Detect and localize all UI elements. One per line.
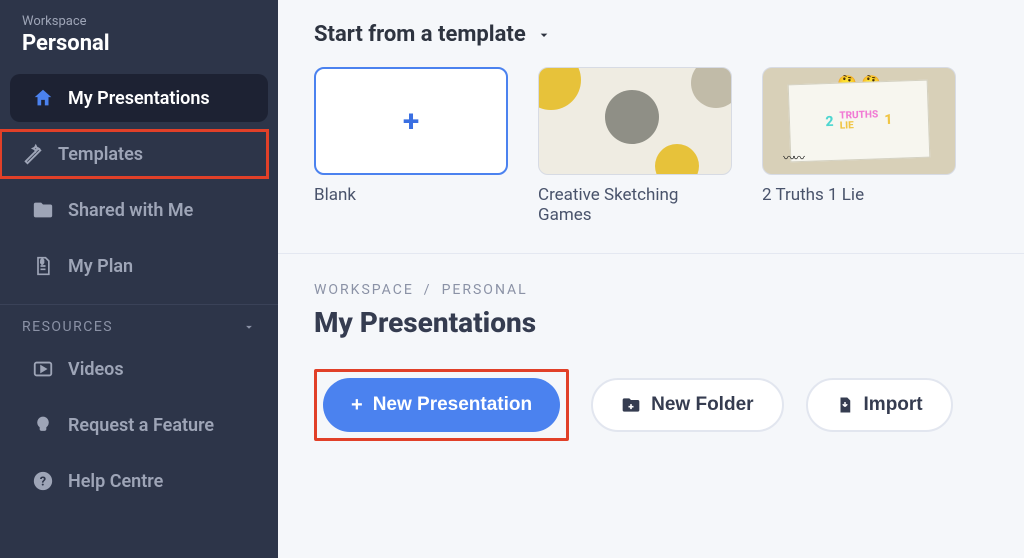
workspace-label: Workspace: [22, 14, 256, 29]
breadcrumb-sep: /: [424, 282, 432, 298]
sidebar-item-label: Videos: [68, 359, 124, 380]
templates-row: + Blank Creative Sketching Games 🤔 🤔 2: [314, 67, 988, 225]
templates-section: Start from a template + Blank Creative: [278, 0, 1024, 254]
play-icon: [32, 358, 54, 380]
folder-shared-icon: [32, 199, 54, 221]
highlight-box: + New Presentation: [314, 369, 569, 441]
sidebar-item-label: Request a Feature: [68, 415, 214, 436]
sidebar-item-label: Help Centre: [68, 471, 163, 492]
button-label: New Presentation: [373, 394, 532, 416]
main: Start from a template + Blank Creative: [278, 0, 1024, 558]
home-icon: [32, 87, 54, 109]
sidebar-item-shared-with-me[interactable]: Shared with Me: [10, 186, 268, 234]
decorative-shape: [655, 144, 699, 175]
button-label: Import: [864, 394, 923, 416]
sidebar-item-templates[interactable]: Templates: [0, 130, 268, 178]
template-caption: 2 Truths 1 Lie: [762, 185, 956, 205]
template-caption: Blank: [314, 185, 508, 205]
new-folder-button[interactable]: New Folder: [591, 378, 783, 432]
import-button[interactable]: Import: [806, 378, 953, 432]
resources-header[interactable]: RESOURCES: [0, 309, 278, 341]
wand-icon: [22, 143, 44, 165]
template-thumb[interactable]: [538, 67, 732, 175]
page-title: My Presentations: [314, 306, 988, 339]
help-icon: ?: [32, 470, 54, 492]
sidebar-item-my-plan[interactable]: $ My Plan: [10, 242, 268, 290]
button-label: New Folder: [651, 394, 753, 416]
template-card-2-truths-1-lie[interactable]: 🤔 🤔 2 TRUTHSLIE 1 〰〰 2 Truths 1 Lie: [762, 67, 956, 225]
workspace-name: Personal: [22, 31, 256, 56]
templates-header[interactable]: Start from a template: [314, 22, 988, 47]
sidebar-item-label: My Plan: [68, 256, 133, 277]
action-row: + New Presentation New Folder Import: [314, 369, 988, 441]
template-caption: Creative Sketching Games: [538, 185, 732, 225]
folder-plus-icon: [621, 395, 641, 415]
template-thumb[interactable]: +: [314, 67, 508, 175]
template-card-creative-sketching[interactable]: Creative Sketching Games: [538, 67, 732, 225]
sidebar-item-request-feature[interactable]: Request a Feature: [10, 401, 268, 449]
decorative-shape: [605, 90, 659, 144]
plus-icon: +: [403, 104, 419, 139]
decorative-shape: [538, 67, 581, 110]
chevron-down-icon: [242, 320, 256, 334]
import-icon: [836, 395, 854, 415]
sidebar-item-label: My Presentations: [68, 88, 210, 109]
template-thumb[interactable]: 🤔 🤔 2 TRUTHSLIE 1 〰〰: [762, 67, 956, 175]
breadcrumb: WORKSPACE / PERSONAL: [314, 282, 988, 298]
content-section: WORKSPACE / PERSONAL My Presentations + …: [278, 254, 1024, 469]
svg-text:?: ?: [40, 475, 46, 490]
sidebar-item-label: Templates: [58, 144, 143, 165]
svg-text:$: $: [41, 259, 45, 266]
sidebar: Workspace Personal My Presentations Temp…: [0, 0, 278, 558]
invoice-icon: $: [32, 255, 54, 277]
new-presentation-button[interactable]: + New Presentation: [323, 378, 560, 432]
lightbulb-icon: [32, 414, 54, 436]
plus-icon: +: [351, 394, 363, 417]
decorative-shape: [691, 67, 732, 108]
templates-header-label: Start from a template: [314, 22, 526, 47]
decorative-shape: 〰〰: [783, 149, 803, 166]
divider: [0, 304, 278, 305]
sidebar-item-videos[interactable]: Videos: [10, 345, 268, 393]
sidebar-item-help-centre[interactable]: ? Help Centre: [10, 457, 268, 505]
decorative-card: 2 TRUTHSLIE 1: [788, 80, 931, 163]
sidebar-item-my-presentations[interactable]: My Presentations: [10, 74, 268, 122]
template-card-blank[interactable]: + Blank: [314, 67, 508, 225]
resources-header-label: RESOURCES: [22, 319, 113, 335]
sidebar-item-label: Shared with Me: [68, 200, 193, 221]
workspace-block: Workspace Personal: [0, 14, 278, 70]
breadcrumb-root[interactable]: WORKSPACE: [314, 282, 414, 298]
chevron-down-icon: [536, 27, 552, 43]
breadcrumb-leaf[interactable]: PERSONAL: [442, 282, 528, 298]
